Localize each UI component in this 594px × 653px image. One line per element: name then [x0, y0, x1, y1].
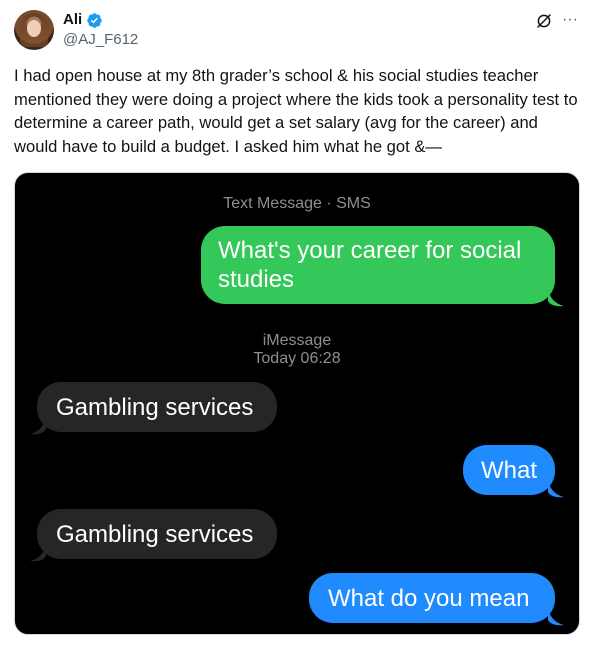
message-text: What do you mean [328, 585, 530, 612]
imessage-header: iMessage [262, 332, 332, 349]
message-bubble-received[interactable]: Gambling services [37, 382, 277, 432]
message-screenshot[interactable]: Text Message · SMS What's your career fo… [14, 172, 580, 635]
message-text: What [481, 457, 538, 484]
sms-header: Text Message · SMS [223, 195, 371, 212]
message-timestamp: Today 06:28 [253, 350, 341, 367]
bubble-tail [30, 544, 46, 562]
author-name[interactable]: Ali [63, 11, 82, 29]
bubble-tail [548, 608, 564, 626]
bubble-tail [30, 417, 46, 435]
verified-badge-icon [87, 12, 102, 28]
message-text: Gambling services [56, 521, 254, 548]
tweet-text: I had open house at my 8th grader’s scho… [14, 66, 578, 156]
message-bubble-sent[interactable]: What's your career for social studies [201, 226, 555, 304]
message-bubble-sent[interactable]: What do you mean [309, 573, 555, 623]
message-text: What's your career for social studies [218, 237, 522, 293]
message-bubble-sent[interactable]: What [463, 445, 555, 495]
more-icon[interactable]: ··· [560, 10, 580, 30]
author-name-row[interactable]: Ali [63, 11, 103, 29]
bubble-tail [548, 480, 564, 498]
message-text: Gambling services [56, 394, 254, 421]
bubble-tail [548, 289, 564, 307]
message-bubble-received[interactable]: Gambling services [37, 509, 277, 559]
avatar[interactable] [14, 10, 54, 50]
avatar-face [27, 20, 41, 37]
grok-icon[interactable] [535, 12, 553, 30]
author-handle[interactable]: @AJ_F612 [63, 31, 138, 49]
